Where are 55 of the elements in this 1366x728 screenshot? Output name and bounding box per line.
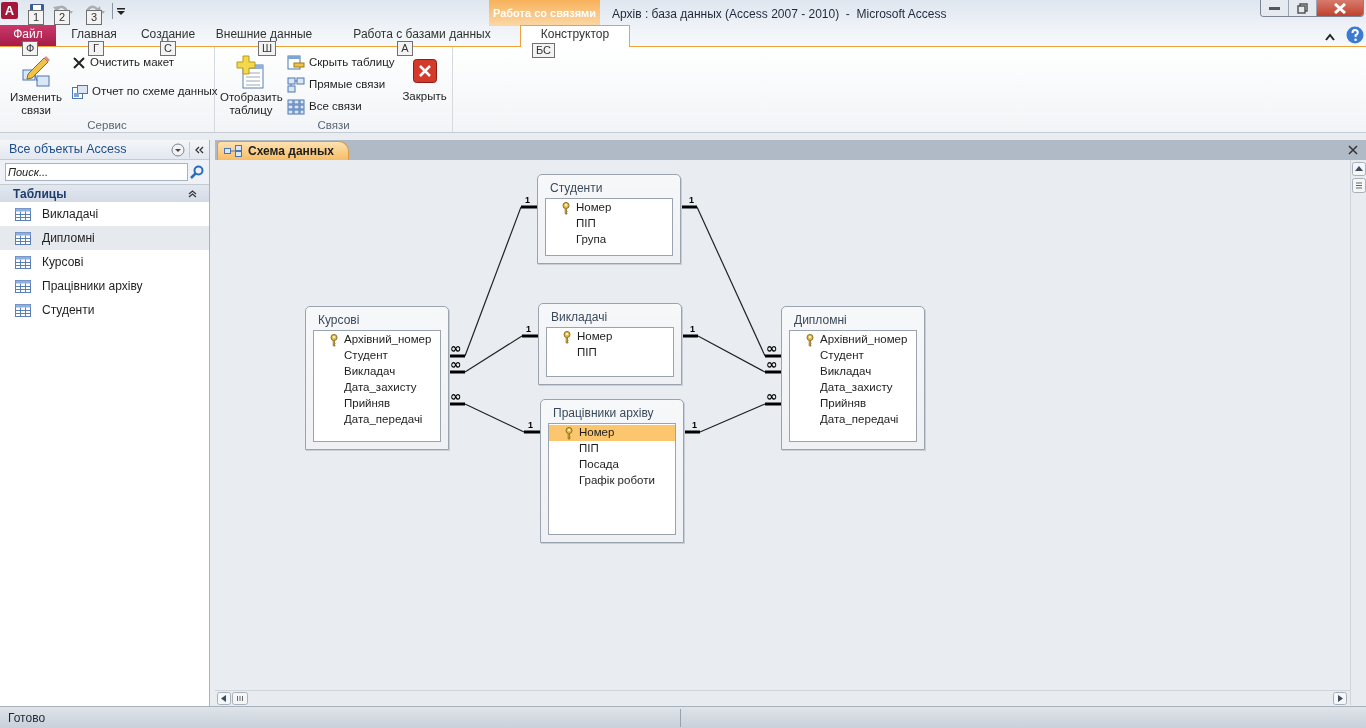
cardinality-label: ∞ [450,388,462,404]
group-label: Связи [317,118,350,133]
field-name: Дата_захисту [820,380,893,396]
field-name: Група [576,232,607,248]
field-name: Прийняв [344,396,391,412]
table-title: Студенти [549,180,604,197]
field-name: Викладач [820,364,872,380]
cardinality-label: ∞ [450,356,462,372]
keytip-tooltip: 1 [28,10,44,25]
field-name: Номер [577,329,613,345]
group-title: Таблицы [13,185,68,203]
window-title: Архів : база данных (Access 2007 - 2010) - Microsoft Access [612,6,947,23]
cardinality-label: ∞ [766,340,778,356]
keytip-tooltip: Ф [22,41,39,56]
cardinality-label: 1 [690,324,695,334]
keytip-tooltip: Г [88,41,104,56]
cardinality-label: ∞ [766,388,778,404]
field-name: Студент [820,348,864,364]
cardinality-label: ∞ [766,356,778,372]
keytip-tooltip: БС [532,43,556,58]
keytip-tooltip: Ш [258,41,277,56]
field-name: ПІП [579,441,599,457]
status-text: Готово [7,709,47,727]
table-title: Працівники архіву [552,405,655,422]
keytip-tooltip: А [397,41,413,56]
field-name: Посада [579,457,619,473]
field-name: Викладач [344,364,396,380]
field-name: ПІП [576,216,596,232]
keytip-tooltip: 3 [86,10,102,25]
cardinality-label: ∞ [450,340,462,356]
cardinality-label: 1 [692,420,697,430]
field-name: Архівний_номер [820,332,908,348]
contextual-tab-header: Работа со связями [489,0,600,27]
field-name: Дата_передачі [344,412,423,428]
app-logo: A [1,2,18,19]
keytip-tooltip: 2 [54,10,70,25]
field-name: ПІП [577,345,597,361]
keytip-tooltip: С [160,41,176,56]
cardinality-label: 1 [528,420,533,430]
cardinality-label: 1 [526,324,531,334]
table-title: Курсові [317,312,361,329]
group-label: Сервис [87,118,127,133]
pane-title: Все объекты Access [9,141,128,159]
field-name: Номер [579,425,615,441]
table-title: Викладачі [550,309,609,326]
field-name: Студент [344,348,388,364]
table-title: Дипломні [793,312,848,329]
field-name: Дата_захисту [344,380,417,396]
field-name: Архівний_номер [344,332,432,348]
field-name: Прийняв [820,396,867,412]
field-name: Графік роботи [579,473,655,489]
field-name: Дата_передачі [820,412,899,428]
cardinality-label: 1 [689,195,694,205]
field-name: Номер [576,200,612,216]
cardinality-label: 1 [525,195,530,205]
